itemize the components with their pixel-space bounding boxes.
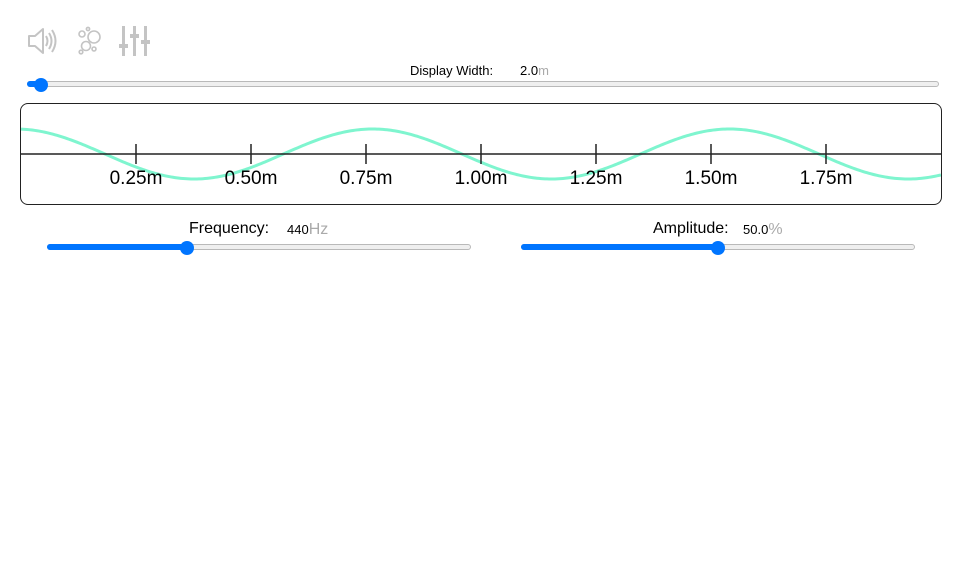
- waveform-display: 0.25m 0.50m 0.75m 1.00m 1.25m 1.50m 1.75m: [20, 103, 942, 205]
- frequency-value: 440Hz: [287, 221, 329, 238]
- axis-tick-label: 1.25m: [570, 168, 623, 189]
- amplitude-label: Amplitude:: [653, 220, 729, 237]
- equalizer-icon[interactable]: [118, 24, 152, 58]
- axis-tick-label: 1.75m: [800, 168, 853, 189]
- frequency-label: Frequency:: [189, 220, 270, 237]
- axis-tick-label: 0.50m: [225, 168, 278, 189]
- slider-thumb[interactable]: [33, 78, 48, 92]
- slider-fill: [47, 244, 187, 250]
- axis-tick-label: 0.25m: [110, 168, 163, 189]
- slider-fill: [521, 244, 718, 250]
- display-width-slider[interactable]: [27, 76, 939, 94]
- bubbles-icon[interactable]: [74, 24, 108, 58]
- amplitude-value: 50.0%: [743, 221, 783, 238]
- axis-tick-label: 1.00m: [455, 168, 508, 189]
- axis-tick-label: 0.75m: [340, 168, 393, 189]
- waveform-svg: 0.25m 0.50m 0.75m 1.00m 1.25m 1.50m 1.75m: [21, 127, 941, 189]
- slider-thumb[interactable]: [711, 241, 725, 255]
- slider-thumb[interactable]: [179, 241, 194, 255]
- slider-track: [27, 81, 939, 87]
- speaker-icon[interactable]: [26, 24, 60, 58]
- frequency-slider[interactable]: [47, 239, 471, 257]
- amplitude-slider[interactable]: [521, 239, 915, 257]
- axis-tick-label: 1.50m: [685, 168, 738, 189]
